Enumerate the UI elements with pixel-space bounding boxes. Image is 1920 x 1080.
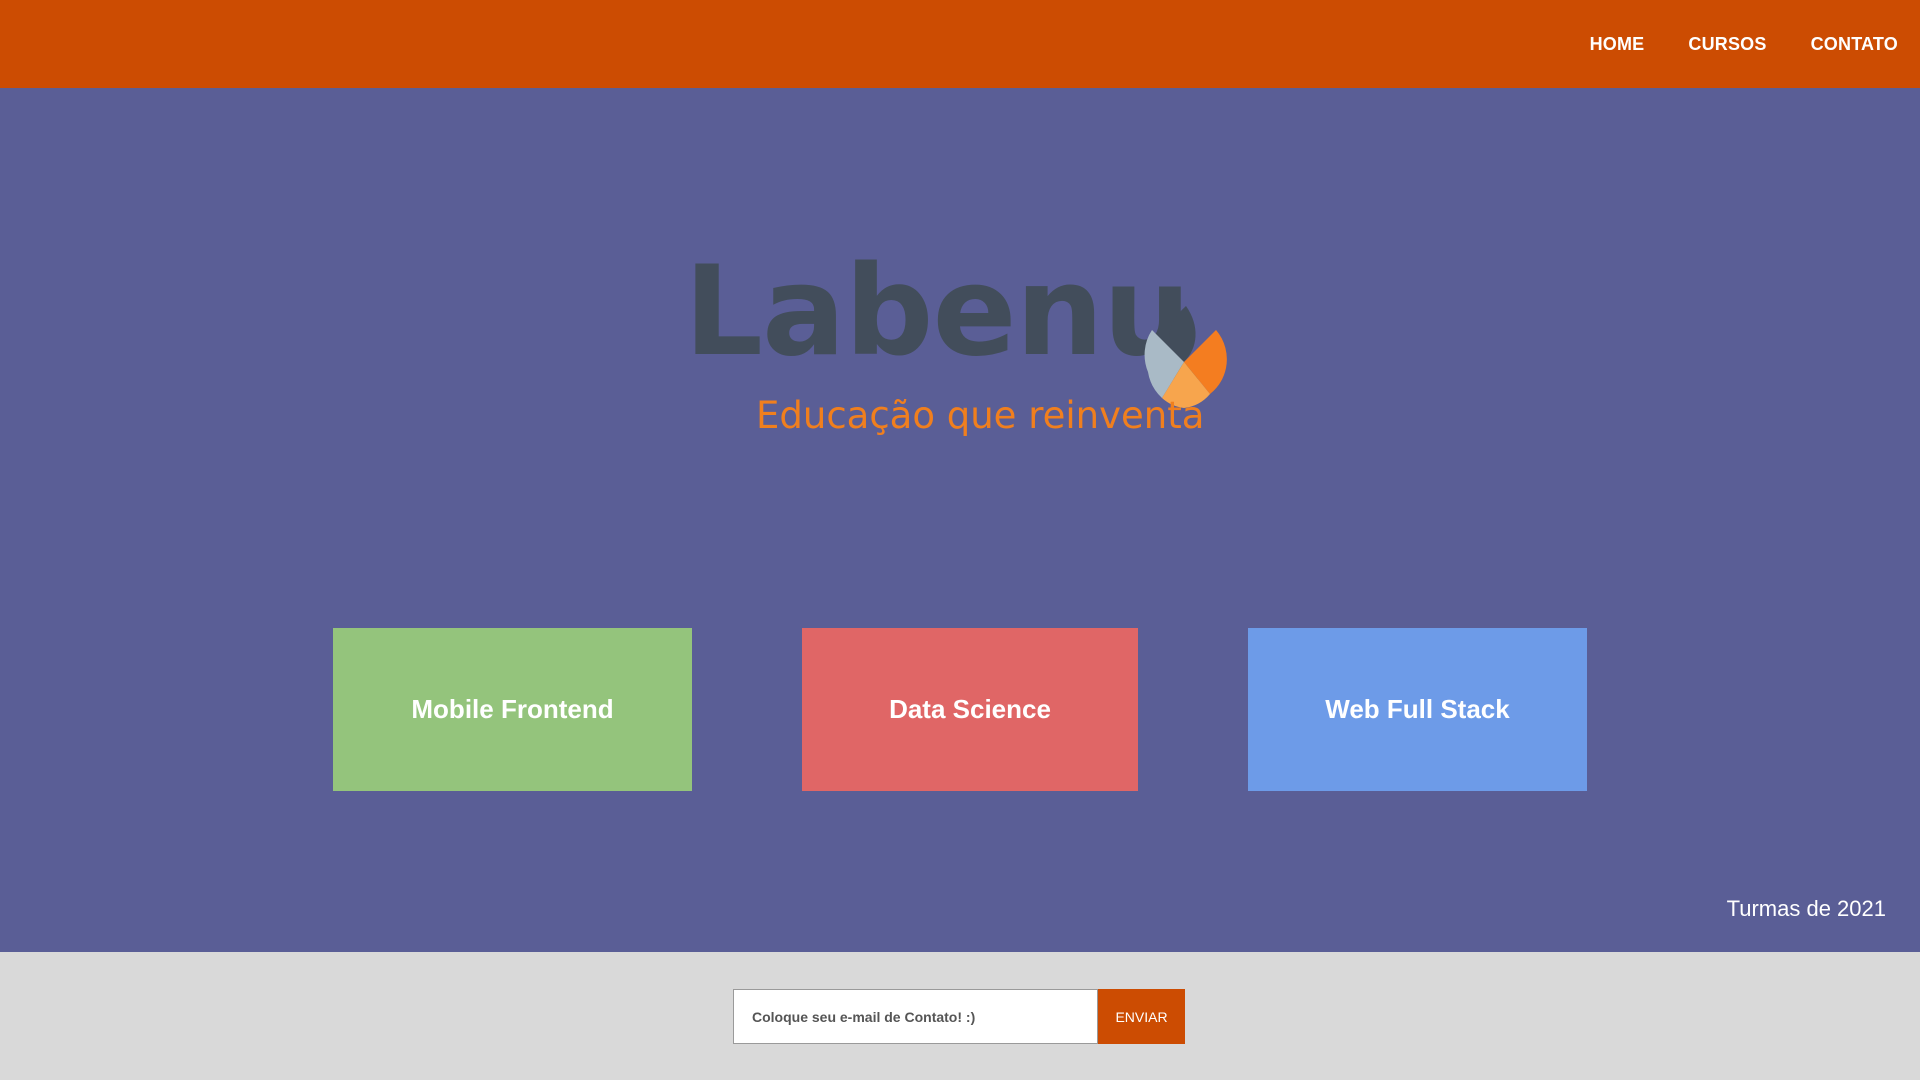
course-card-data-science[interactable]: Data Science	[802, 628, 1138, 791]
course-card-web-full-stack[interactable]: Web Full Stack	[1248, 628, 1587, 791]
nav-home-link[interactable]: HOME	[1590, 34, 1645, 55]
contact-form: ENVIAR	[733, 989, 1185, 1044]
main-nav: HOME CURSOS CONTATO	[1590, 0, 1898, 88]
turmas-caption: Turmas de 2021	[1726, 896, 1886, 921]
top-header: HOME CURSOS CONTATO	[0, 0, 1920, 88]
nav-contato-link[interactable]: CONTATO	[1811, 34, 1898, 55]
course-card-mobile-frontend[interactable]: Mobile Frontend	[333, 628, 692, 791]
email-input[interactable]	[733, 989, 1098, 1044]
send-button[interactable]: ENVIAR	[1098, 989, 1185, 1044]
logo-wordmark: Labenu	[684, 240, 1191, 384]
logo-tagline: Educação que reinventa	[756, 394, 1205, 437]
labenu-logo: Labenu Educação que reinventa	[680, 210, 1240, 437]
nav-cursos-link[interactable]: CURSOS	[1688, 34, 1766, 55]
